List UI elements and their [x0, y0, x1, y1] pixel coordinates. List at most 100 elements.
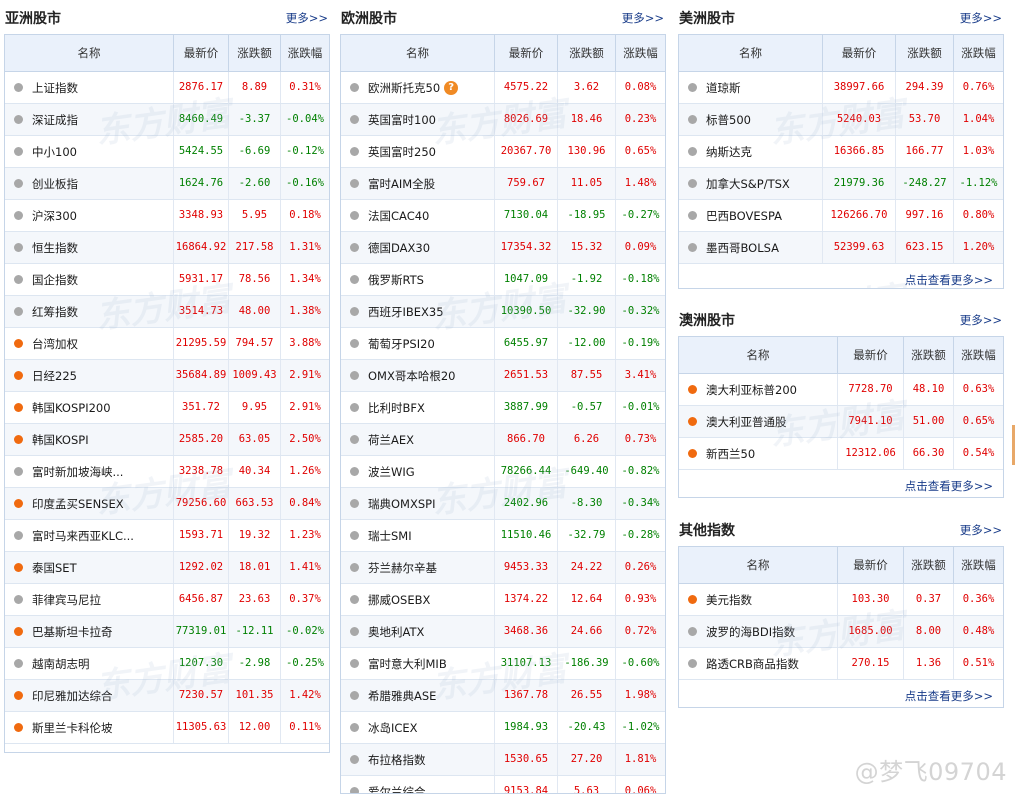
index-name-link[interactable]: 葡萄牙PSI20 — [368, 329, 435, 359]
table-row[interactable]: 道琼斯 38997.66 294.39 0.76% — [679, 72, 1003, 104]
index-name-link[interactable]: OMX哥本哈根20 — [368, 361, 456, 391]
index-name-cell[interactable]: 布拉格指数 — [341, 744, 494, 775]
table-row[interactable]: 印度孟买SENSEX 79256.60 663.53 0.84% — [5, 488, 329, 520]
australia-view-more-link[interactable]: 点击查看更多>> — [905, 478, 993, 494]
index-name-link[interactable]: 中小100 — [32, 137, 77, 167]
index-name-link[interactable]: 波兰WIG — [368, 457, 415, 487]
index-name-link[interactable]: 越南胡志明 — [32, 649, 90, 679]
col-change[interactable]: 涨跌额 — [903, 337, 953, 373]
index-name-link[interactable]: 纳斯达克 — [706, 137, 752, 167]
index-name-cell[interactable]: 标普500 — [679, 104, 822, 135]
asia-more-link[interactable]: 更多>> — [286, 10, 328, 26]
table-row[interactable]: 日经225 35684.89 1009.43 2.91% — [5, 360, 329, 392]
table-row[interactable]: 冰岛ICEX 1984.93 -20.43 -1.02% — [341, 712, 665, 744]
table-row[interactable]: 国企指数 5931.17 78.56 1.34% — [5, 264, 329, 296]
index-name-cell[interactable]: 富时AIM全股 — [341, 168, 494, 199]
table-row[interactable]: 法国CAC40 7130.04 -18.95 -0.27% — [341, 200, 665, 232]
index-name-cell[interactable]: 爱尔兰综合 — [341, 776, 494, 793]
index-name-cell[interactable]: 欧洲斯托克50? — [341, 72, 494, 103]
index-name-link[interactable]: 上证指数 — [32, 73, 78, 103]
index-name-link[interactable]: 布拉格指数 — [368, 745, 426, 775]
index-name-link[interactable]: 法国CAC40 — [368, 201, 429, 231]
index-name-link[interactable]: 瑞典OMXSPI — [368, 489, 435, 519]
index-name-link[interactable]: 富时AIM全股 — [368, 169, 435, 199]
table-row[interactable]: 巴基斯坦卡拉奇 77319.01 -12.11 -0.02% — [5, 616, 329, 648]
index-name-cell[interactable]: 斯里兰卡科伦坡 — [5, 712, 173, 743]
table-row[interactable]: 美元指数 103.30 0.37 0.36% — [679, 584, 1003, 616]
table-row[interactable]: 挪威OSEBX 1374.22 12.64 0.93% — [341, 584, 665, 616]
table-row[interactable]: 纳斯达克 16366.85 166.77 1.03% — [679, 136, 1003, 168]
index-name-cell[interactable]: 创业板指 — [5, 168, 173, 199]
index-name-link[interactable]: 富时马来西亚KLC... — [32, 521, 134, 551]
index-name-cell[interactable]: 瑞士SMI — [341, 520, 494, 551]
index-name-link[interactable]: 印尼雅加达综合 — [32, 681, 113, 711]
table-row[interactable]: 泰国SET 1292.02 18.01 1.41% — [5, 552, 329, 584]
table-row[interactable]: 富时新加坡海峡... 3238.78 40.34 1.26% — [5, 456, 329, 488]
table-row[interactable]: 斯里兰卡科伦坡 11305.63 12.00 0.11% — [5, 712, 329, 744]
index-name-cell[interactable]: 墨西哥BOLSA — [679, 232, 822, 263]
index-name-link[interactable]: 巴基斯坦卡拉奇 — [32, 617, 113, 647]
table-row[interactable]: 标普500 5240.03 53.70 1.04% — [679, 104, 1003, 136]
index-name-link[interactable]: 富时新加坡海峡... — [32, 457, 123, 487]
table-row[interactable]: 红筹指数 3514.73 48.00 1.38% — [5, 296, 329, 328]
index-name-cell[interactable]: 富时新加坡海峡... — [5, 456, 173, 487]
table-row[interactable]: 中小100 5424.55 -6.69 -0.12% — [5, 136, 329, 168]
table-row[interactable]: 英国富时100 8026.69 18.46 0.23% — [341, 104, 665, 136]
table-row[interactable]: 菲律宾马尼拉 6456.87 23.63 0.37% — [5, 584, 329, 616]
index-name-link[interactable]: 台湾加权 — [32, 329, 78, 359]
table-row[interactable]: 奥地利ATX 3468.36 24.66 0.72% — [341, 616, 665, 648]
index-name-cell[interactable]: 印尼雅加达综合 — [5, 680, 173, 711]
col-price[interactable]: 最新价 — [494, 35, 557, 71]
col-name[interactable]: 名称 — [679, 337, 837, 373]
index-name-link[interactable]: 希腊雅典ASE — [368, 681, 436, 711]
index-name-link[interactable]: 道琼斯 — [706, 73, 741, 103]
other-view-more-link[interactable]: 点击查看更多>> — [905, 688, 993, 704]
index-name-cell[interactable]: 美元指数 — [679, 584, 837, 615]
index-name-cell[interactable]: 挪威OSEBX — [341, 584, 494, 615]
index-name-cell[interactable]: 中小100 — [5, 136, 173, 167]
index-name-cell[interactable]: 西班牙IBEX35 — [341, 296, 494, 327]
index-name-cell[interactable]: 奥地利ATX — [341, 616, 494, 647]
table-row[interactable]: 加拿大S&P/TSX 21979.36 -248.27 -1.12% — [679, 168, 1003, 200]
index-name-cell[interactable]: 富时马来西亚KLC... — [5, 520, 173, 551]
col-name[interactable]: 名称 — [341, 35, 494, 71]
index-name-cell[interactable]: 英国富时100 — [341, 104, 494, 135]
index-name-link[interactable]: 英国富时250 — [368, 137, 436, 167]
col-pct[interactable]: 涨跌幅 — [953, 35, 1003, 71]
table-row[interactable]: 深证成指 8460.49 -3.37 -0.04% — [5, 104, 329, 136]
index-name-cell[interactable]: 红筹指数 — [5, 296, 173, 327]
index-name-link[interactable]: 韩国KOSPI — [32, 425, 89, 455]
index-name-link[interactable]: 美元指数 — [706, 585, 752, 615]
col-name[interactable]: 名称 — [679, 547, 837, 583]
table-row[interactable]: OMX哥本哈根20 2651.53 87.55 3.41% — [341, 360, 665, 392]
col-price[interactable]: 最新价 — [173, 35, 228, 71]
index-name-cell[interactable]: 波罗的海BDI指数 — [679, 616, 837, 647]
index-name-cell[interactable]: 冰岛ICEX — [341, 712, 494, 743]
index-name-cell[interactable]: 瑞典OMXSPI — [341, 488, 494, 519]
index-name-cell[interactable]: 越南胡志明 — [5, 648, 173, 679]
index-name-link[interactable]: 冰岛ICEX — [368, 713, 418, 743]
table-row[interactable]: 越南胡志明 1207.30 -2.98 -0.25% — [5, 648, 329, 680]
table-row[interactable]: 俄罗斯RTS 1047.09 -1.92 -0.18% — [341, 264, 665, 296]
index-name-cell[interactable]: 法国CAC40 — [341, 200, 494, 231]
table-row[interactable]: 德国DAX30 17354.32 15.32 0.09% — [341, 232, 665, 264]
col-change[interactable]: 涨跌额 — [228, 35, 280, 71]
col-price[interactable]: 最新价 — [822, 35, 895, 71]
table-row[interactable]: 希腊雅典ASE 1367.78 26.55 1.98% — [341, 680, 665, 712]
index-name-link[interactable]: 比利时BFX — [368, 393, 425, 423]
index-name-link[interactable]: 创业板指 — [32, 169, 78, 199]
col-change[interactable]: 涨跌额 — [903, 547, 953, 583]
index-name-link[interactable]: 泰国SET — [32, 553, 77, 583]
asia-view-more-link[interactable]: 点击查看更多>> — [231, 752, 319, 753]
index-name-link[interactable]: 俄罗斯RTS — [368, 265, 424, 295]
index-name-cell[interactable]: 韩国KOSPI — [5, 424, 173, 455]
col-name[interactable]: 名称 — [5, 35, 173, 71]
index-name-cell[interactable]: 比利时BFX — [341, 392, 494, 423]
index-name-cell[interactable]: 波兰WIG — [341, 456, 494, 487]
index-name-link[interactable]: 印度孟买SENSEX — [32, 489, 124, 519]
col-price[interactable]: 最新价 — [837, 337, 903, 373]
index-name-link[interactable]: 深证成指 — [32, 105, 78, 135]
index-name-link[interactable]: 菲律宾马尼拉 — [32, 585, 101, 615]
table-row[interactable]: 富时意大利MIB 31107.13 -186.39 -0.60% — [341, 648, 665, 680]
table-row[interactable]: 芬兰赫尔辛基 9453.33 24.22 0.26% — [341, 552, 665, 584]
